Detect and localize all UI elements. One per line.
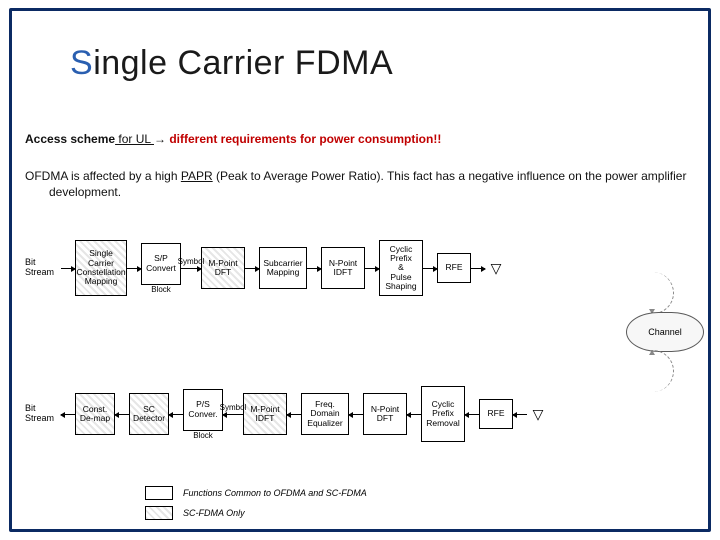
legend-swatch-scfdma (145, 506, 173, 520)
arrow-icon (349, 414, 363, 415)
block-sc-detector: SCDetector (129, 393, 169, 435)
intro-arrow: → (154, 132, 166, 146)
title-rest: ingle Carrier FDMA (93, 44, 393, 82)
arrow-icon (61, 268, 75, 269)
sp-sublabel: Block (151, 285, 171, 294)
legend-row-scfdma: SC-FDMA Only (145, 506, 367, 520)
arrow-icon (245, 268, 259, 269)
arrow-icon (513, 414, 527, 415)
block-rfe-tx: RFE (437, 253, 471, 283)
arrow-icon: Symbol (223, 414, 243, 415)
arrow-icon (287, 414, 301, 415)
legend-label-common: Functions Common to OFDMA and SC-FDMA (183, 488, 367, 498)
arrow-icon (115, 414, 129, 415)
description: OFDMA is affected by a high PAPR (Peak t… (25, 168, 695, 200)
intro-lead: Access scheme (25, 132, 115, 146)
title-accent-letter: S (70, 44, 93, 82)
intro-line: Access scheme for UL → different require… (25, 132, 695, 146)
channel-cloud: Channel (626, 312, 704, 352)
block-ps-convert: P/SConver. (183, 389, 223, 431)
block-sp-convert: S/PConvert (141, 243, 181, 285)
arrow-icon (465, 414, 479, 415)
rx-chain: BitStream Const.De-map SCDetector P/SCon… (25, 386, 704, 442)
tx-chain: BitStream SingleCarrierConstellationMapp… (25, 240, 704, 296)
desc-p1a: OFDMA is affected by a high (25, 169, 181, 183)
arrow-label-symbol: Symbol (178, 257, 205, 266)
block-subcarrier-mapping: SubcarrierMapping (259, 247, 307, 289)
legend-row-common: Functions Common to OFDMA and SC-FDMA (145, 486, 367, 500)
block-freq-domain-equalizer: Freq.DomainEqualizer (301, 393, 349, 435)
arrow-icon (169, 414, 183, 415)
arrow-icon (307, 268, 321, 269)
slide-title: Single Carrier FDMA (60, 44, 403, 83)
intro-tail: different requirements for power consump… (166, 132, 441, 146)
arrow-icon (407, 414, 421, 415)
arrow-icon (61, 414, 75, 415)
arrow-icon: Symbol (181, 268, 201, 269)
legend-swatch-common (145, 486, 173, 500)
antenna-icon: ▽ (485, 261, 507, 275)
block-cyclic-prefix-removal: CyclicPrefixRemoval (421, 386, 465, 442)
legend: Functions Common to OFDMA and SC-FDMA SC… (145, 480, 367, 520)
block-n-point-idft: N-PointIDFT (321, 247, 365, 289)
antenna-icon: ▽ (527, 407, 549, 421)
block-n-point-dft: N-PointDFT (363, 393, 407, 435)
block-rfe-rx: RFE (479, 399, 513, 429)
arrow-icon (423, 268, 437, 269)
block-const-demap: Const.De-map (75, 393, 115, 435)
arrow-label-symbol: Symbol (220, 403, 247, 412)
channel-label: Channel (626, 312, 704, 352)
block-cyclic-prefix-pulse-shaping: CyclicPrefix&PulseShaping (379, 240, 423, 296)
block-m-point-idft: M-PointIDFT (243, 393, 287, 435)
block-diagram: BitStream SingleCarrierConstellationMapp… (25, 216, 704, 526)
arrow-icon (471, 268, 485, 269)
tx-input-label: BitStream (25, 258, 61, 278)
intro-for-ul: for UL (115, 132, 154, 146)
ps-sublabel: Block (193, 431, 213, 440)
legend-label-scfdma: SC-FDMA Only (183, 508, 245, 518)
block-single-carrier-mapping: SingleCarrierConstellationMapping (75, 240, 127, 296)
rx-output-label: BitStream (25, 404, 61, 424)
arrow-icon (127, 268, 141, 269)
desc-papr: PAPR (181, 169, 213, 183)
block-m-point-dft: M-PointDFT (201, 247, 245, 289)
arrow-icon (365, 268, 379, 269)
